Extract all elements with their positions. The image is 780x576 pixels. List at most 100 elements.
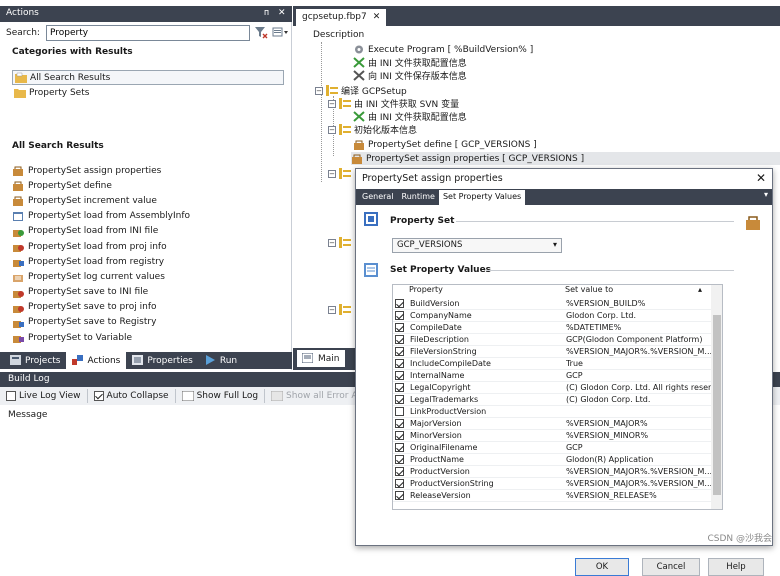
row-checkbox[interactable] bbox=[395, 407, 404, 416]
row-checkbox[interactable] bbox=[395, 371, 404, 380]
tab-gcpsetup[interactable]: gcpsetup.fbp7 ✕ bbox=[296, 9, 387, 26]
list-item[interactable]: PropertySet load from INI file bbox=[12, 224, 284, 239]
view-options-icon[interactable] bbox=[272, 26, 288, 40]
close-icon[interactable]: ✕ bbox=[756, 171, 766, 185]
collapse-icon[interactable]: − bbox=[328, 125, 336, 134]
row-checkbox[interactable] bbox=[395, 359, 404, 368]
collapse-icon[interactable]: − bbox=[328, 169, 336, 178]
table-row[interactable]: CompanyName Glodon Corp. Ltd. bbox=[393, 310, 711, 322]
row-checkbox[interactable] bbox=[395, 395, 404, 404]
property-value[interactable]: %VERSION_MAJOR%.%VERSION_M... bbox=[566, 479, 711, 488]
table-row[interactable]: ProductVersionString %VERSION_MAJOR%.%VER… bbox=[393, 478, 711, 490]
tab-runtime[interactable]: Runtime bbox=[398, 190, 439, 205]
list-item[interactable]: PropertySet define bbox=[12, 178, 284, 193]
tree-item[interactable]: − bbox=[328, 236, 351, 249]
tab-run[interactable]: Run bbox=[199, 352, 243, 369]
property-value[interactable]: Glodon(R) Application bbox=[566, 455, 711, 464]
property-value[interactable]: %VERSION_BUILD% bbox=[566, 299, 711, 308]
property-value[interactable]: %VERSION_MAJOR%.%VERSION_M... bbox=[566, 347, 711, 356]
table-row[interactable]: ReleaseVersion %VERSION_RELEASE% bbox=[393, 490, 711, 502]
property-value[interactable]: (C) Glodon Corp. Ltd. bbox=[566, 395, 711, 404]
property-set-select[interactable]: GCP_VERSIONS ▾ bbox=[392, 238, 562, 253]
list-item[interactable]: PropertySet save to proj info bbox=[12, 300, 284, 315]
close-icon[interactable]: ✕ bbox=[373, 12, 381, 23]
property-value[interactable]: %VERSION_MAJOR% bbox=[566, 419, 711, 428]
table-row[interactable]: LinkProductVersion bbox=[393, 406, 711, 418]
tree-item[interactable]: 由 INI 文件获取配置信息 bbox=[353, 110, 467, 123]
row-checkbox[interactable] bbox=[395, 431, 404, 440]
table-row[interactable]: MinorVersion %VERSION_MINOR% bbox=[393, 430, 711, 442]
list-item[interactable]: PropertySet save to Registry bbox=[12, 315, 284, 330]
table-row[interactable]: ProductVersion %VERSION_MAJOR%.%VERSION_M… bbox=[393, 466, 711, 478]
row-checkbox[interactable] bbox=[395, 491, 404, 500]
tab-actions[interactable]: Actions bbox=[66, 352, 127, 369]
row-checkbox[interactable] bbox=[395, 455, 404, 464]
vertical-scrollbar[interactable] bbox=[711, 285, 722, 509]
category-all-results[interactable]: All Search Results bbox=[12, 70, 284, 85]
property-value[interactable]: Glodon Corp. Ltd. bbox=[566, 311, 711, 320]
table-row[interactable]: LegalTrademarks (C) Glodon Corp. Ltd. bbox=[393, 394, 711, 406]
row-checkbox[interactable] bbox=[395, 479, 404, 488]
sort-asc-icon[interactable]: ▴ bbox=[698, 285, 702, 297]
property-value[interactable]: %VERSION_MINOR% bbox=[566, 431, 711, 440]
auto-collapse-checkbox[interactable]: Auto Collapse bbox=[93, 391, 169, 401]
tab-menu-icon[interactable]: ▾ bbox=[764, 190, 768, 199]
table-row[interactable]: OriginalFilename GCP bbox=[393, 442, 711, 454]
table-row[interactable]: CompileDate %DATETIME% bbox=[393, 322, 711, 334]
row-checkbox[interactable] bbox=[395, 347, 404, 356]
cancel-button[interactable]: Cancel bbox=[642, 558, 700, 576]
tree-item[interactable]: 由 INI 文件获取配置信息 bbox=[353, 56, 467, 69]
tree-item[interactable]: 向 INI 文件保存版本信息 bbox=[353, 69, 467, 82]
property-value[interactable]: %VERSION_RELEASE% bbox=[566, 491, 711, 500]
list-item[interactable]: PropertySet assign properties bbox=[12, 163, 284, 178]
row-checkbox[interactable] bbox=[395, 311, 404, 320]
tree-item[interactable]: − 初始化版本信息 bbox=[328, 123, 417, 136]
property-value[interactable]: (C) Glodon Corp. Ltd. All rights reserve… bbox=[566, 383, 711, 392]
tab-properties[interactable]: Properties bbox=[126, 352, 198, 369]
table-row[interactable]: FileVersionString %VERSION_MAJOR%.%VERSIO… bbox=[393, 346, 711, 358]
close-icon[interactable]: ✕ bbox=[278, 8, 286, 18]
list-item[interactable]: PropertySet increment value bbox=[12, 193, 284, 208]
tab-general[interactable]: General bbox=[358, 190, 398, 205]
row-checkbox[interactable] bbox=[395, 323, 404, 332]
search-input[interactable] bbox=[46, 25, 250, 41]
tree-item[interactable]: − bbox=[328, 167, 351, 180]
collapse-icon[interactable]: − bbox=[328, 99, 336, 108]
list-item[interactable]: PropertySet load from registry bbox=[12, 254, 284, 269]
list-item[interactable]: PropertySet to Variable bbox=[12, 330, 284, 345]
collapse-icon[interactable]: − bbox=[328, 238, 336, 247]
tree-item[interactable]: − bbox=[328, 303, 351, 316]
tree-item-selected[interactable]: PropertySet assign properties [ GCP_VERS… bbox=[351, 152, 780, 165]
tab-set-property-values[interactable]: Set Property Values bbox=[438, 190, 526, 205]
table-row[interactable]: ProductName Glodon(R) Application bbox=[393, 454, 711, 466]
property-value[interactable]: %VERSION_MAJOR%.%VERSION_M... bbox=[566, 467, 711, 476]
help-button[interactable]: Help bbox=[708, 558, 764, 576]
property-value[interactable]: GCP bbox=[566, 371, 711, 380]
table-row[interactable]: BuildVersion %VERSION_BUILD% bbox=[393, 298, 711, 310]
table-row[interactable]: FileDescription GCP(Glodon Component Plat… bbox=[393, 334, 711, 346]
tab-projects[interactable]: Projects bbox=[4, 352, 66, 369]
tree-item[interactable]: Execute Program [ %BuildVersion% ] bbox=[353, 43, 533, 56]
property-value[interactable]: %DATETIME% bbox=[566, 323, 711, 332]
category-property-sets[interactable]: Property Sets bbox=[12, 85, 284, 100]
table-row[interactable]: LegalCopyright (C) Glodon Corp. Ltd. All … bbox=[393, 382, 711, 394]
show-full-log-button[interactable]: Show Full Log bbox=[181, 390, 258, 402]
filter-icon[interactable] bbox=[254, 26, 270, 40]
table-row[interactable]: InternalName GCP bbox=[393, 370, 711, 382]
property-value[interactable]: True bbox=[566, 359, 711, 368]
tree-item[interactable]: − 编译 GCPSetup bbox=[315, 84, 407, 97]
table-row[interactable]: MajorVersion %VERSION_MAJOR% bbox=[393, 418, 711, 430]
tree-item[interactable]: PropertySet define [ GCP_VERSIONS ] bbox=[353, 138, 537, 151]
list-item[interactable]: PropertySet save to INI file bbox=[12, 285, 284, 300]
table-row[interactable]: IncludeCompileDate True bbox=[393, 358, 711, 370]
ok-button[interactable]: OK bbox=[575, 558, 629, 576]
tab-main[interactable]: Main bbox=[297, 350, 345, 367]
tree-item[interactable]: − 由 INI 文件获取 SVN 变量 bbox=[328, 97, 459, 110]
list-item[interactable]: PropertySet log current values bbox=[12, 269, 284, 284]
scrollbar-thumb[interactable] bbox=[713, 315, 721, 495]
row-checkbox[interactable] bbox=[395, 335, 404, 344]
row-checkbox[interactable] bbox=[395, 383, 404, 392]
property-value[interactable]: GCP bbox=[566, 443, 711, 452]
list-item[interactable]: PropertySet load from AssemblyInfo bbox=[12, 209, 284, 224]
list-item[interactable]: PropertySet load from proj info bbox=[12, 239, 284, 254]
